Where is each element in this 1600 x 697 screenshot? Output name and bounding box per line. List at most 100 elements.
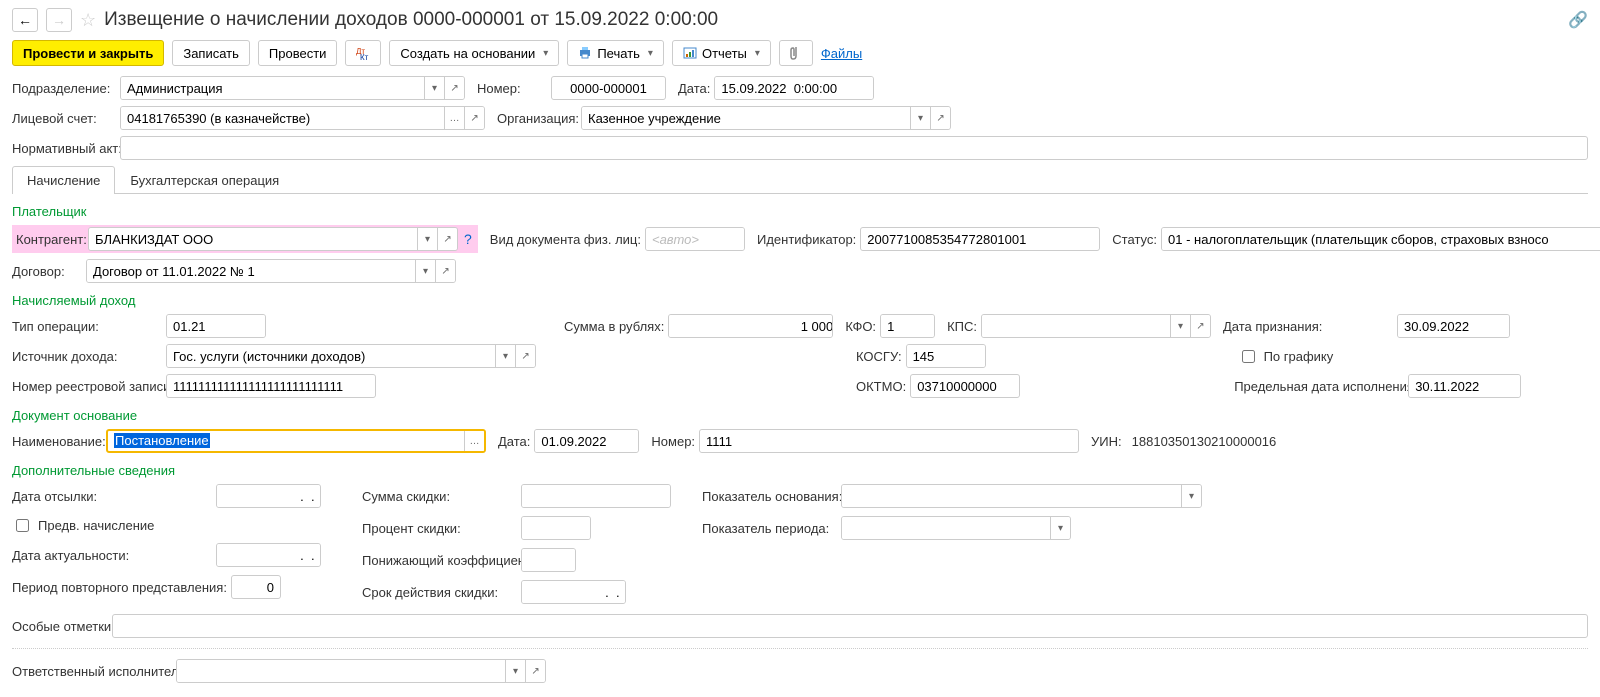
repeat-input[interactable] [231,575,281,599]
open-icon[interactable]: ↗ [515,345,535,367]
write-button[interactable]: Записать [172,40,250,66]
period-ind-input[interactable] [842,517,1050,539]
discount-sum-label: Сумма скидки: [362,489,517,504]
open-icon[interactable]: ↗ [525,660,545,682]
section-additional: Дополнительные сведения [12,463,1588,478]
notes-label: Особые отметки: [12,619,108,634]
report-icon [683,47,697,59]
actual-date-label: Дата актуальности: [12,548,212,563]
open-icon[interactable]: ↗ [930,107,950,129]
notes-input[interactable] [112,614,1588,638]
back-button[interactable]: ← [12,8,38,32]
basis-ind-input[interactable] [842,485,1181,507]
attach-button[interactable] [779,40,813,66]
basis-number-label: Номер: [651,434,695,449]
send-date-input[interactable] [217,485,321,507]
contract-input[interactable] [87,260,415,282]
link-icon[interactable]: 🔗 [1568,10,1588,30]
actual-date-input[interactable] [217,544,321,566]
open-icon[interactable]: ↗ [435,260,455,282]
recog-date-input[interactable] [1398,315,1510,337]
deadline-label: Предельная дата исполнения: [1234,379,1404,394]
prelim-checkbox[interactable] [16,519,29,532]
dropdown-icon[interactable]: ▾ [417,228,437,250]
org-label: Организация: [497,111,577,126]
number-input[interactable] [551,76,666,100]
reports-button[interactable]: Отчеты [672,40,771,66]
printer-icon [578,47,592,59]
favorite-star-icon[interactable]: ☆ [80,10,96,31]
open-icon[interactable]: ↗ [464,107,484,129]
sum-input[interactable] [669,315,833,337]
sum-label: Сумма в рублях: [564,319,664,334]
files-link[interactable]: Файлы [821,46,862,61]
open-icon[interactable]: ↗ [1190,315,1210,337]
dropdown-icon[interactable]: ▾ [424,77,444,99]
by-schedule-checkbox[interactable] [1242,350,1255,363]
kosgu-input[interactable] [907,345,986,367]
dropdown-icon[interactable]: ▾ [1170,315,1190,337]
section-income: Начисляемый доход [12,293,1588,308]
oktmo-input[interactable] [910,374,1020,398]
discount-pct-input[interactable] [522,517,591,539]
discount-pct-label: Процент скидки: [362,521,517,536]
contract-label: Договор: [12,264,82,279]
ellipsis-icon[interactable]: … [464,431,484,451]
uin-value: 18810350130210000016 [1132,434,1277,449]
tab-accrual[interactable]: Начисление [12,166,115,194]
registry-input[interactable] [166,374,376,398]
basis-date-input[interactable] [535,430,639,452]
dtct-icon: ДтКт [356,46,370,60]
open-icon[interactable]: ↗ [437,228,457,250]
discount-sum-input[interactable] [522,485,671,507]
subdivision-input[interactable] [121,77,424,99]
create-based-button[interactable]: Создать на основании [389,40,559,66]
date-input[interactable] [715,77,874,99]
source-input[interactable] [167,345,495,367]
status-input[interactable] [1162,228,1600,250]
discount-term-input[interactable] [522,581,626,603]
dropdown-icon[interactable]: ▾ [505,660,525,682]
basis-number-input[interactable] [699,429,1079,453]
open-icon[interactable]: ↗ [444,77,464,99]
counterparty-input[interactable] [89,228,417,250]
page-title: Извещение о начислении доходов 0000-0000… [104,9,718,31]
send-date-label: Дата отсылки: [12,489,212,504]
recog-date-label: Дата признания: [1223,319,1393,334]
dropdown-icon[interactable]: ▾ [415,260,435,282]
kfo-input[interactable] [881,315,935,337]
post-button[interactable]: Провести [258,40,338,66]
oktmo-label: ОКТМО: [856,379,906,394]
dtct-button[interactable]: ДтКт [345,40,381,66]
responsible-input[interactable] [177,660,505,682]
coef-label: Понижающий коэффициент: [362,553,517,568]
dropdown-icon[interactable]: ▾ [1050,517,1070,539]
kps-input[interactable] [982,315,1170,337]
responsible-label: Ответственный исполнитель: [12,664,172,679]
by-schedule-label: По графику [1264,349,1334,364]
dropdown-icon[interactable]: ▾ [495,345,515,367]
print-button[interactable]: Печать [567,40,664,66]
op-type-label: Тип операции: [12,319,162,334]
ellipsis-icon[interactable]: … [444,107,464,129]
doc-type-input[interactable] [646,228,745,250]
post-and-close-button[interactable]: Провести и закрыть [12,40,164,66]
dropdown-icon[interactable]: ▾ [910,107,930,129]
period-ind-label: Показатель периода: [702,521,837,536]
account-input[interactable] [121,107,444,129]
tab-accounting[interactable]: Бухгалтерская операция [115,166,294,194]
identifier-input[interactable] [860,227,1100,251]
uin-label: УИН: [1091,434,1122,449]
status-label: Статус: [1112,232,1157,247]
forward-button[interactable]: → [46,8,72,32]
deadline-input[interactable] [1409,375,1521,397]
normative-input[interactable] [120,136,1588,160]
repeat-label: Период повторного представления: [12,580,227,595]
help-icon[interactable]: ? [462,231,474,247]
op-type-input[interactable] [167,315,266,337]
dropdown-icon[interactable]: ▾ [1181,485,1201,507]
org-input[interactable] [582,107,910,129]
toolbar: Провести и закрыть Записать Провести ДтК… [12,40,1588,66]
basis-name-input[interactable]: Постановление [108,431,464,451]
coef-input[interactable] [522,549,576,571]
